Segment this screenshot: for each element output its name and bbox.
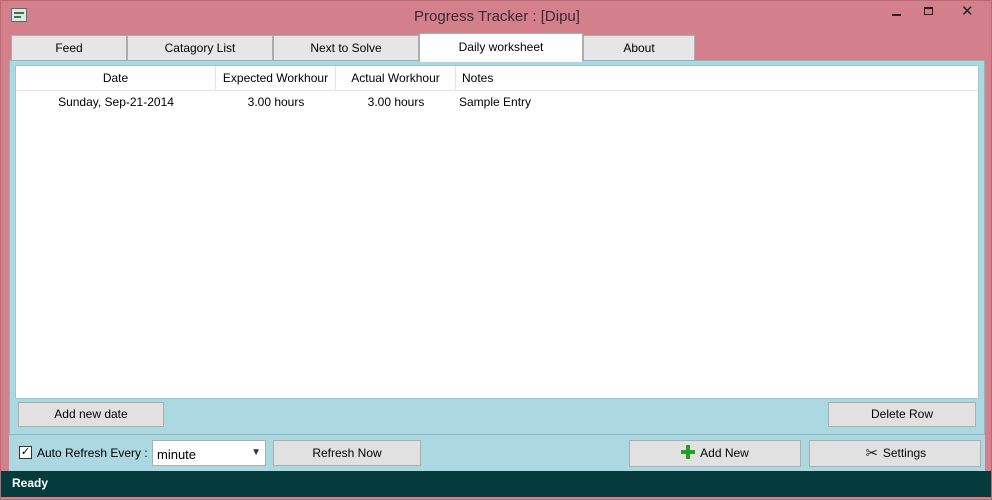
settings-label: Settings [882, 446, 927, 460]
column-header-notes[interactable]: Notes [456, 66, 978, 91]
status-bar: Ready [1, 471, 991, 497]
close-icon: ✕ [961, 3, 974, 20]
close-button[interactable]: ✕ [947, 1, 987, 23]
cell-expected-workhour[interactable]: 3.00 hours [216, 92, 336, 114]
maximize-button[interactable] [915, 1, 943, 23]
auto-refresh-checkbox[interactable]: ✓ [19, 446, 32, 459]
tab-strip: Feed Catagory List Next to Solve Daily w… [9, 33, 989, 62]
minimize-icon [892, 14, 901, 16]
settings-button[interactable]: ✂ Settings [809, 440, 981, 467]
bottom-toolbar: ✓ Auto Refresh Every : minute ▼ Refresh … [9, 435, 985, 471]
window-title: Progress Tracker : [Dipu] [414, 8, 580, 25]
checkmark-icon: ✓ [20, 446, 31, 458]
column-header-date[interactable]: Date [16, 66, 216, 91]
tab-catagory-list[interactable]: Catagory List [127, 35, 273, 61]
tab-feed[interactable]: Feed [11, 35, 127, 61]
auto-refresh-label[interactable]: Auto Refresh Every : [37, 446, 148, 460]
tab-daily-worksheet[interactable]: Daily worksheet [419, 33, 583, 62]
app-window: Progress Tracker : [Dipu] ✕ Feed Catagor… [0, 0, 992, 500]
tab-next-to-solve[interactable]: Next to Solve [273, 35, 419, 61]
table-row[interactable]: Sunday, Sep-21-2014 3.00 hours 3.00 hour… [16, 92, 978, 114]
add-new-label: Add New [700, 446, 749, 460]
daily-worksheet-panel: Date Expected Workhour Actual Workhour N… [9, 60, 985, 435]
refresh-now-button[interactable]: Refresh Now [273, 440, 421, 466]
maximize-icon [924, 7, 933, 15]
refresh-interval-select[interactable]: minute ▼ [152, 440, 266, 466]
plus-icon [681, 445, 696, 459]
grid-header: Date Expected Workhour Actual Workhour N… [16, 66, 978, 91]
delete-row-button[interactable]: Delete Row [828, 402, 976, 427]
cell-date[interactable]: Sunday, Sep-21-2014 [16, 92, 216, 114]
add-new-date-button[interactable]: Add new date [18, 402, 164, 427]
chevron-down-icon: ▼ [251, 447, 261, 458]
column-header-expected-workhour[interactable]: Expected Workhour [216, 66, 336, 91]
tools-icon: ✂ [865, 445, 879, 462]
worksheet-grid[interactable]: Date Expected Workhour Actual Workhour N… [15, 65, 979, 399]
minimize-button[interactable] [883, 1, 911, 23]
add-new-button[interactable]: Add New [629, 440, 801, 467]
cell-notes[interactable]: Sample Entry [459, 92, 759, 114]
cell-actual-workhour[interactable]: 3.00 hours [336, 92, 456, 114]
tab-about[interactable]: About [583, 35, 695, 61]
title-bar[interactable]: Progress Tracker : [Dipu] ✕ [1, 1, 992, 32]
status-text: Ready [12, 476, 49, 490]
column-header-actual-workhour[interactable]: Actual Workhour [336, 66, 456, 91]
refresh-interval-value: minute [157, 447, 197, 462]
